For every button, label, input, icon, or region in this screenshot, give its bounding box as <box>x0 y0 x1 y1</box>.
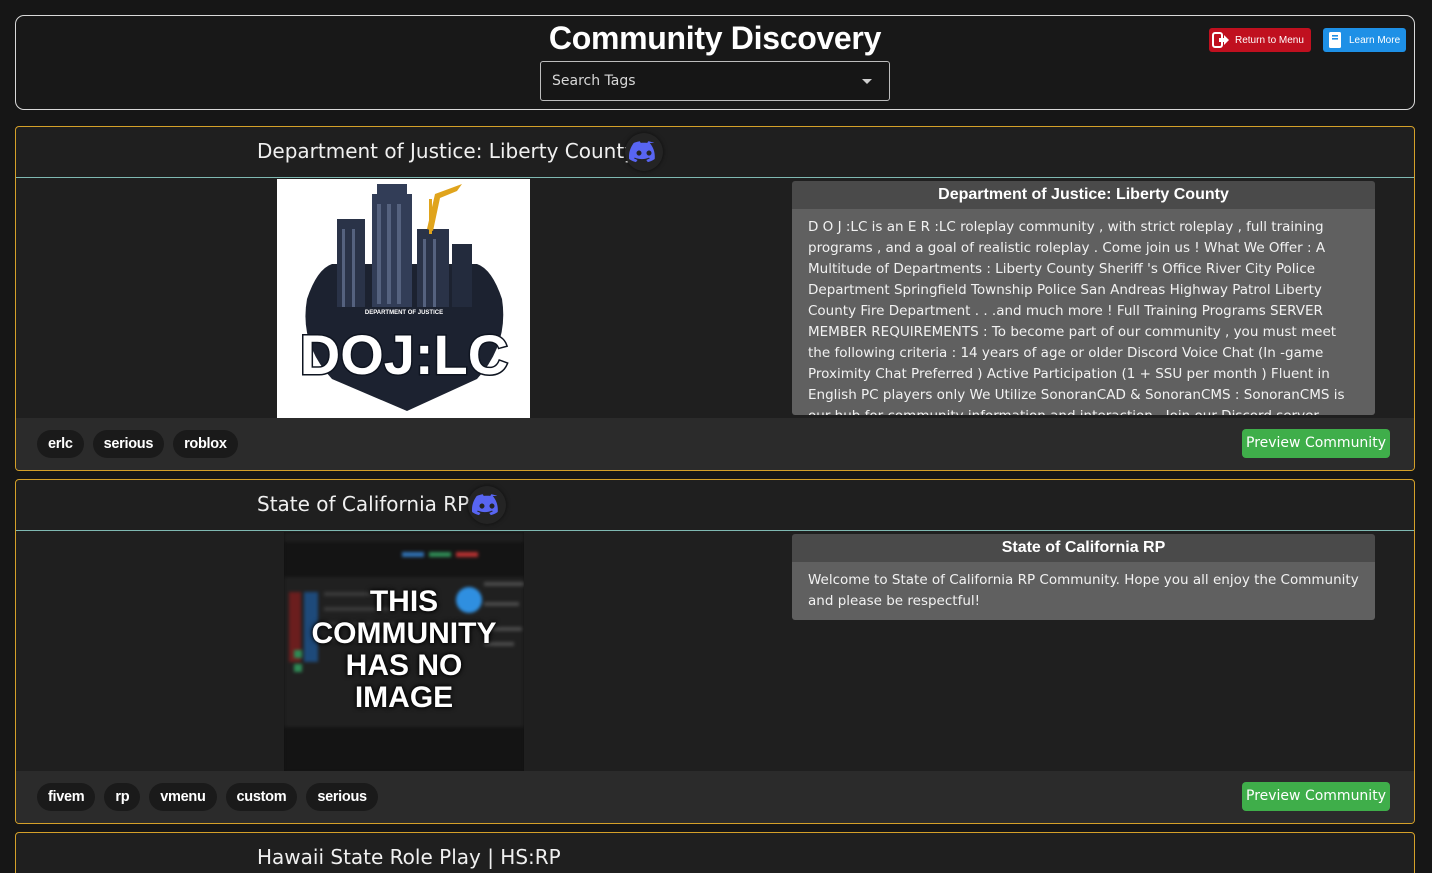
page-title: Community Discovery <box>548 20 882 56</box>
description-text: Welcome to State of California RP Commun… <box>792 562 1375 620</box>
discord-link[interactable] <box>468 486 506 524</box>
tag-chip[interactable]: custom <box>225 783 298 811</box>
discovery-header: Community Discovery Search Tags Return t… <box>15 15 1415 110</box>
description-title: Department of Justice: Liberty County <box>792 181 1375 209</box>
preview-community-button[interactable]: Preview Community <box>1242 782 1390 811</box>
card-footer: fivem rp vmenu custom serious Preview Co… <box>16 771 1414 823</box>
tag-chip[interactable]: serious <box>92 430 165 458</box>
community-name: Hawaii State Role Play | HS:RP <box>257 845 561 869</box>
discord-link[interactable] <box>625 133 663 171</box>
card-header: State of California RP <box>16 480 1414 531</box>
community-name: State of California RP <box>257 492 470 516</box>
tag-chip[interactable]: rp <box>104 783 141 811</box>
tag-list: fivem rp vmenu custom serious <box>37 783 378 811</box>
community-name: Department of Justice: Liberty County <box>257 139 636 163</box>
description-title: State of California RP <box>792 534 1375 562</box>
community-card: Hawaii State Role Play | HS:RP <box>15 832 1415 873</box>
card-header: Hawaii State Role Play | HS:RP <box>16 833 1414 873</box>
sign-out-icon <box>1212 32 1229 48</box>
tag-chip[interactable]: fivem <box>37 783 96 811</box>
chevron-down-icon[interactable] <box>862 79 872 84</box>
no-image-placeholder: THIS COMMUNITY HAS NO IMAGE <box>284 532 524 772</box>
discord-icon <box>472 494 498 516</box>
no-image-text: THIS COMMUNITY HAS NO IMAGE <box>311 585 497 714</box>
tag-chip[interactable]: serious <box>306 783 378 811</box>
search-tags-placeholder: Search Tags <box>552 73 636 89</box>
tag-chip[interactable]: vmenu <box>149 783 217 811</box>
logo-text: DOJ:LC <box>300 323 508 386</box>
tag-chip[interactable]: erlc <box>37 430 84 458</box>
search-tags-select[interactable]: Search Tags <box>540 61 890 101</box>
card-footer: erlc serious roblox Preview Community <box>16 418 1414 470</box>
community-logo: DEPARTMENT OF JUSTICE DOJ:LC <box>277 179 530 419</box>
community-card: Department of Justice: Liberty County DE… <box>15 126 1415 471</box>
community-card: State of California RP THIS COMMUNITY HA… <box>15 479 1415 824</box>
tag-chip[interactable]: roblox <box>173 430 238 458</box>
discord-icon <box>629 141 655 163</box>
preview-community-button[interactable]: Preview Community <box>1242 429 1390 458</box>
card-body: THIS COMMUNITY HAS NO IMAGE State of Cal… <box>16 532 1414 772</box>
description-text: D O J :LC is an E R :LC roleplay communi… <box>792 209 1375 415</box>
tag-list: erlc serious roblox <box>37 430 238 458</box>
return-to-menu-label: Return to Menu <box>1235 34 1304 46</box>
card-body: DEPARTMENT OF JUSTICE DOJ:LC Department … <box>16 179 1414 419</box>
return-to-menu-button[interactable]: Return to Menu <box>1209 28 1311 52</box>
learn-more-label: Learn More <box>1349 34 1401 46</box>
card-header: Department of Justice: Liberty County <box>16 127 1414 178</box>
learn-more-button[interactable]: Learn More <box>1323 28 1406 52</box>
book-icon <box>1329 32 1341 48</box>
logo-subtext: DEPARTMENT OF JUSTICE <box>365 310 443 316</box>
